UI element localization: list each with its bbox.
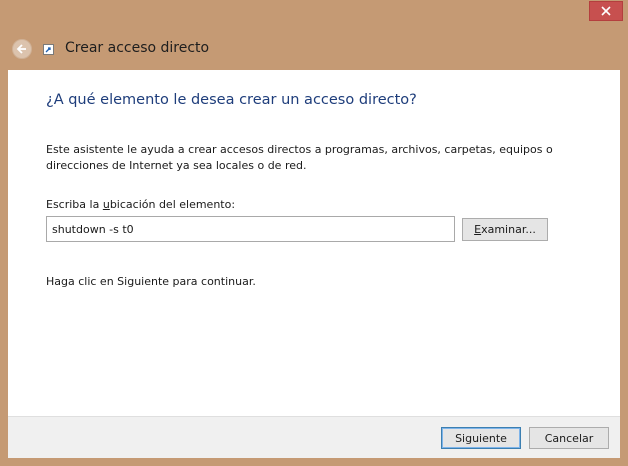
wizard-content: ¿A qué elemento le desea crear un acceso…	[8, 70, 620, 416]
next-button[interactable]: Siguiente	[441, 427, 521, 449]
title-bar[interactable]	[0, 0, 628, 30]
browse-accelerator: E	[474, 223, 482, 236]
page-question: ¿A qué elemento le desea crear un acceso…	[46, 92, 417, 108]
back-arrow-icon	[16, 44, 26, 54]
shortcut-icon	[43, 44, 54, 55]
location-label-prefix: Escriba la	[46, 198, 103, 211]
location-label: Escriba la ubicación del elemento:	[46, 198, 235, 211]
location-label-suffix: bicación del elemento:	[109, 198, 236, 211]
browse-label: xaminar...	[481, 223, 536, 236]
location-label-accelerator: u	[102, 198, 110, 211]
wizard-description: Este asistente le ayuda a crear accesos …	[46, 143, 553, 172]
wizard-window: Crear acceso directo ¿A qué elemento le …	[0, 0, 628, 466]
wizard-footer: Siguiente Cancelar	[8, 416, 620, 458]
cancel-button[interactable]: Cancelar	[529, 427, 609, 449]
location-input[interactable]	[46, 216, 455, 242]
close-icon	[601, 6, 611, 16]
continue-instruction: Haga clic en Siguiente para continuar.	[46, 275, 256, 288]
close-button[interactable]	[589, 1, 623, 21]
back-button[interactable]	[12, 39, 32, 59]
wizard-title: Crear acceso directo	[65, 40, 210, 56]
wizard-header: Crear acceso directo	[8, 30, 620, 70]
browse-button[interactable]: Examinar...	[462, 218, 548, 241]
